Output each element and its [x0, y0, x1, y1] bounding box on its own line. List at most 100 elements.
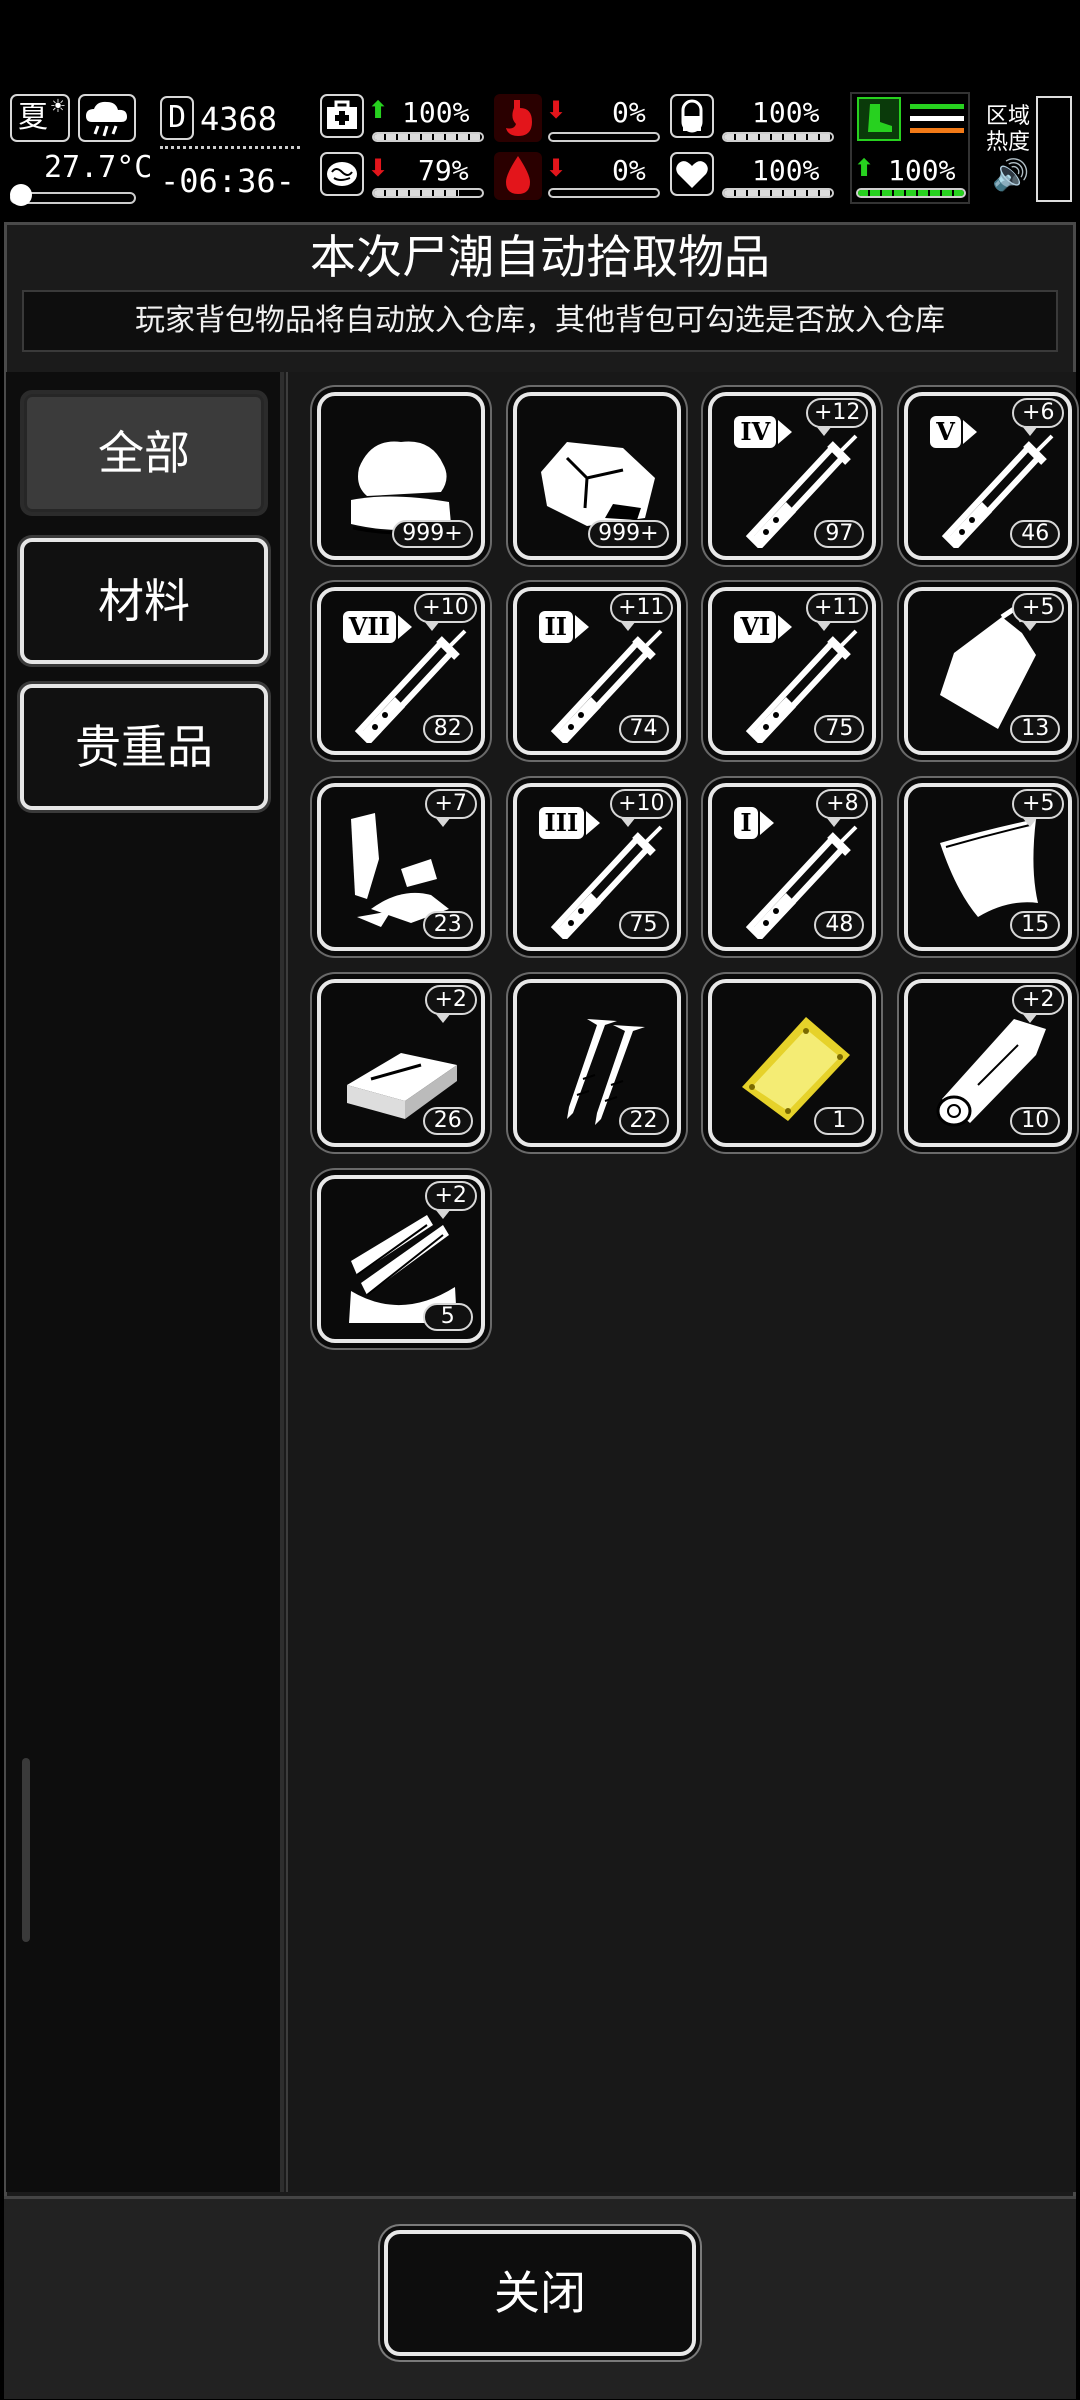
brain-icon[interactable]	[320, 152, 364, 196]
increment-badge: +7	[424, 789, 477, 828]
tab-materials[interactable]: 材料	[20, 538, 268, 664]
cloud-rain-icon	[86, 101, 127, 137]
boot-icon	[857, 97, 901, 141]
item-grid: 999+ 999+ IV +12 97 V +6 46 VII +10 82 II +11 74 VI +11…	[286, 372, 1076, 2192]
item-slot[interactable]: 999+	[316, 391, 485, 560]
stamina-value: 100%	[888, 154, 956, 187]
item-count: 75	[618, 911, 669, 940]
season-label: 夏	[18, 100, 48, 135]
item-slot[interactable]: +5 13	[904, 587, 1073, 756]
brain-bar	[372, 188, 484, 198]
item-slot[interactable]: III +10 75	[512, 783, 681, 952]
stamina-up-arrow-icon: ⬆	[854, 154, 875, 182]
item-slot[interactable]: 999+	[512, 391, 681, 560]
increment-badge: +6	[1012, 397, 1065, 436]
item-slot[interactable]: V +6 46	[904, 391, 1073, 560]
zone-heat-label-1: 区域	[986, 104, 1031, 129]
item-slot[interactable]: VI +11 75	[708, 587, 877, 756]
item-slot[interactable]: +2 10	[904, 979, 1073, 1148]
item-slot[interactable]: VII +10 82	[316, 587, 485, 756]
panel-title: 本次尸潮自动拾取物品	[310, 230, 770, 284]
item-slot[interactable]: IV +12 97	[708, 391, 877, 560]
status-hud: 夏 ☀ 27.7°C D 4368 -06:36- ⬆ 100% ⬇ 79% ⬇…	[0, 88, 1080, 212]
item-count: 5	[422, 1302, 473, 1331]
medkit-icon[interactable]	[320, 94, 364, 138]
increment-badge: +12	[805, 397, 869, 436]
blood-drop-icon[interactable]	[494, 152, 542, 200]
stomach-icon[interactable]	[494, 94, 542, 142]
item-count: 1	[814, 1107, 865, 1136]
item-count: 10	[1010, 1107, 1061, 1136]
blood-value: 0%	[612, 154, 646, 187]
pill-icon[interactable]	[670, 94, 714, 138]
item-slot[interactable]: +5 15	[904, 783, 1073, 952]
increment-badge: +5	[1012, 593, 1065, 632]
item-count: 97	[814, 519, 865, 548]
pill-bar	[722, 132, 834, 142]
health-up-arrow-icon: ⬆	[368, 96, 389, 124]
health-value: 100%	[402, 96, 470, 129]
heart-icon[interactable]	[670, 152, 714, 196]
tier-label: III	[538, 807, 600, 840]
tier-label: VI	[734, 611, 793, 644]
item-slot[interactable]: +2 5	[316, 1174, 485, 1343]
item-count: 74	[618, 715, 669, 744]
blood-bar	[548, 188, 660, 198]
item-slot[interactable]: 1	[708, 979, 877, 1148]
speaker-icon[interactable]: 🔊	[992, 158, 1029, 193]
item-slot[interactable]: +2 26	[316, 979, 485, 1148]
stamina-line-green	[910, 104, 964, 109]
season-box[interactable]: 夏 ☀	[10, 94, 70, 142]
heart-value: 100%	[752, 154, 820, 187]
increment-badge: +10	[414, 593, 477, 632]
increment-badge: +11	[610, 593, 673, 632]
brain-down-arrow-icon: ⬇	[368, 154, 389, 182]
increment-badge: +2	[1012, 985, 1065, 1024]
stomach-value: 0%	[612, 96, 646, 129]
tab-all[interactable]: 全部	[20, 390, 268, 516]
stamina-box[interactable]: ⬆ 100%	[850, 92, 970, 204]
item-count: 46	[1010, 519, 1061, 548]
brain-value: 79%	[418, 154, 469, 187]
temperature-readout: 27.7°C	[44, 150, 153, 185]
tier-label: IV	[734, 415, 793, 448]
stomach-down-arrow-icon: ⬇	[546, 96, 567, 124]
zone-heat-label-2: 热度	[986, 130, 1031, 155]
pill-value: 100%	[752, 96, 820, 129]
item-count: 48	[814, 911, 865, 940]
thermometer-icon	[10, 184, 32, 206]
item-slot[interactable]: I +8 48	[708, 783, 877, 952]
increment-badge: +10	[610, 789, 673, 828]
tab-valuables[interactable]: 贵重品	[20, 684, 268, 810]
category-sidebar: 全部 材料 贵重品	[6, 372, 284, 2192]
item-count: 999+	[588, 519, 669, 548]
scrollbar[interactable]	[22, 1758, 30, 1942]
day-counter: 4368	[200, 100, 278, 138]
stomach-bar	[548, 132, 660, 142]
increment-badge: +5	[1012, 789, 1065, 828]
item-slot[interactable]: 22	[512, 979, 681, 1148]
increment-badge: +11	[805, 593, 869, 632]
item-count: 23	[422, 911, 473, 940]
stamina-line-white	[910, 116, 964, 121]
item-count: 999+	[392, 519, 473, 548]
item-slot[interactable]: II +11 74	[512, 587, 681, 756]
tier-label: V	[930, 415, 977, 448]
item-count: 15	[1010, 911, 1061, 940]
sun-icon: ☀	[49, 96, 66, 117]
stamina-line-orange	[910, 128, 964, 133]
tier-label: I	[734, 807, 775, 840]
close-button[interactable]: 关闭	[384, 2230, 696, 2356]
health-bar	[372, 132, 484, 142]
increment-badge: +2	[424, 985, 477, 1024]
blood-down-arrow-icon: ⬇	[546, 154, 567, 182]
item-count: 26	[422, 1107, 473, 1136]
panel-subtitle: 玩家背包物品将自动放入仓库，其他背包可勾选是否放入仓库	[22, 290, 1058, 352]
increment-badge: +2	[424, 1180, 477, 1219]
stamina-bar	[856, 188, 966, 198]
item-slot[interactable]: +7 23	[316, 783, 485, 952]
tier-label: VII	[342, 611, 412, 644]
zone-heat-meter	[1036, 96, 1072, 202]
weather-box[interactable]	[78, 94, 136, 142]
day-icon: D	[160, 96, 194, 140]
